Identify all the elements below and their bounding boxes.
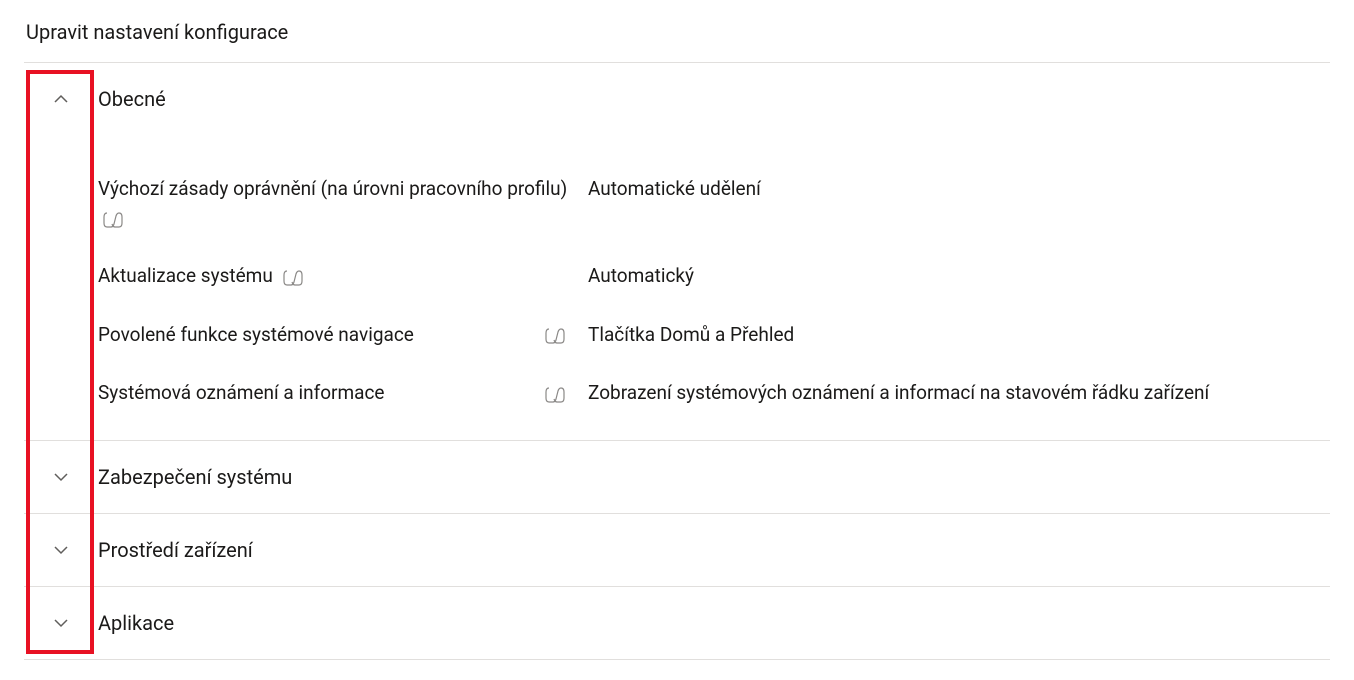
section-applications: Aplikace bbox=[24, 587, 1330, 660]
section-header-general[interactable]: Obecné bbox=[24, 63, 1330, 135]
setting-label: Systémová oznámení a informace bbox=[98, 379, 384, 408]
setting-value: Automatické udělení bbox=[588, 175, 1330, 204]
chevron-up-icon bbox=[24, 91, 98, 107]
setting-row: Aktualizace systému Automatický bbox=[98, 262, 1330, 291]
setting-label: Povolené funkce systémové navigace bbox=[98, 321, 414, 350]
section-system-security: Zabezpečení systému bbox=[24, 441, 1330, 514]
section-general: Obecné Výchozí zásady oprávnění (na úrov… bbox=[24, 63, 1330, 441]
section-body-general: Výchozí zásady oprávnění (na úrovni prac… bbox=[24, 135, 1330, 440]
section-header-system-security[interactable]: Zabezpečení systému bbox=[24, 441, 1330, 513]
setting-value: Automatický bbox=[588, 262, 1330, 291]
setting-row: Povolené funkce systémové navigace Tlačí… bbox=[98, 321, 1330, 350]
setting-row: Výchozí zásady oprávnění (na úrovni prac… bbox=[98, 175, 1330, 232]
section-header-device-environment[interactable]: Prostředí zařízení bbox=[24, 514, 1330, 586]
section-title: Zabezpečení systému bbox=[98, 465, 292, 489]
section-device-environment: Prostředí zařízení bbox=[24, 514, 1330, 587]
setting-row: Systémová oznámení a informace Zobrazení… bbox=[98, 379, 1330, 408]
section-title: Prostředí zařízení bbox=[98, 538, 253, 562]
copilot-icon[interactable] bbox=[100, 209, 126, 231]
copilot-icon[interactable] bbox=[280, 267, 306, 289]
section-header-applications[interactable]: Aplikace bbox=[24, 587, 1330, 659]
settings-accordion: Obecné Výchozí zásady oprávnění (na úrov… bbox=[24, 62, 1330, 660]
setting-value: Zobrazení systémových oznámení a informa… bbox=[588, 379, 1330, 408]
chevron-down-icon bbox=[24, 469, 98, 485]
section-title: Aplikace bbox=[98, 611, 174, 635]
setting-value: Tlačítka Domů a Přehled bbox=[588, 321, 1330, 350]
section-title: Obecné bbox=[98, 87, 166, 111]
chevron-down-icon bbox=[24, 615, 98, 631]
copilot-icon[interactable] bbox=[542, 384, 568, 406]
setting-label: Výchozí zásady oprávnění (na úrovni prac… bbox=[98, 175, 568, 232]
page-title: Upravit nastavení konfigurace bbox=[26, 20, 1330, 44]
chevron-down-icon bbox=[24, 542, 98, 558]
copilot-icon[interactable] bbox=[542, 325, 568, 347]
setting-label: Aktualizace systému bbox=[98, 262, 306, 291]
